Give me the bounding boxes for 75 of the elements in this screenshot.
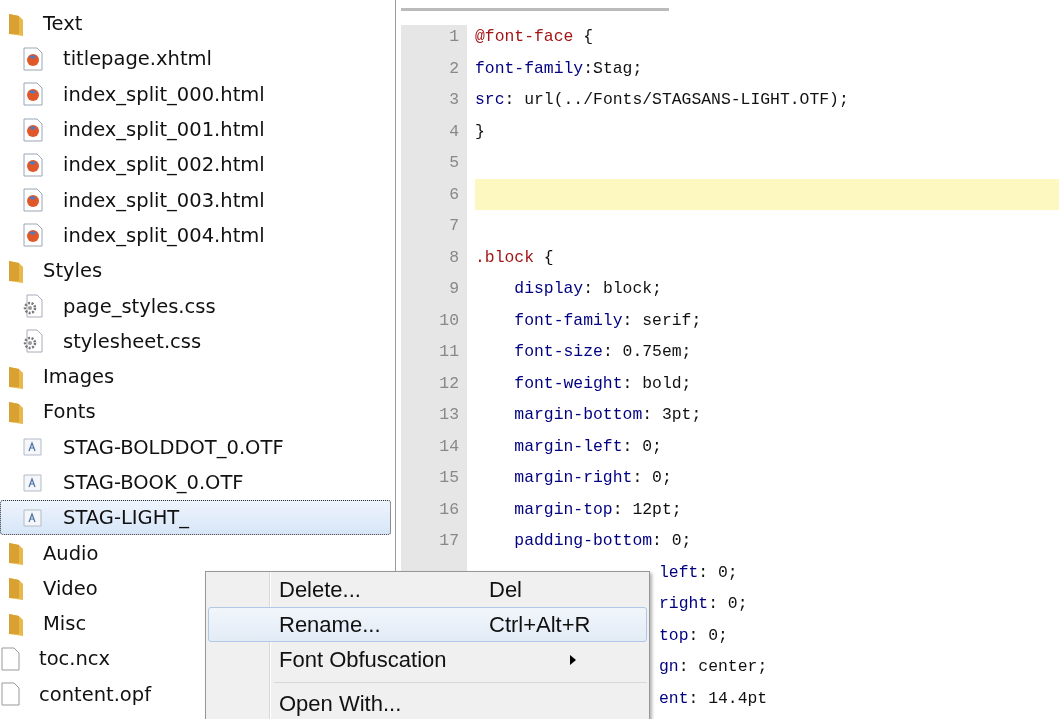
gear-file-icon <box>23 294 43 318</box>
line-number: 4 <box>448 120 460 143</box>
code-line: src: url(../Fonts/STAGSANS-LIGHT.OTF); <box>474 89 850 112</box>
line-number: 12 <box>438 372 460 395</box>
menu-item[interactable]: Font Obfuscation <box>208 642 647 677</box>
code-line: font-size: 0.75em; <box>513 341 693 364</box>
folder-icon <box>9 611 25 636</box>
code-line: margin-bottom: 3pt; <box>513 404 703 427</box>
line-number: 5 <box>448 152 460 175</box>
menu-item[interactable]: Delete... Del <box>208 572 647 607</box>
browser-file-icon <box>23 46 43 71</box>
code-line: @font-face { <box>474 26 595 49</box>
tree-item[interactable]: Styles <box>0 253 391 289</box>
line-number: 9 <box>448 278 460 301</box>
line-number: 6 <box>448 183 460 206</box>
tree-item[interactable]: index_split_000.html <box>0 76 391 112</box>
folder-icon <box>9 541 25 566</box>
tree-item[interactable]: stylesheet.css <box>0 323 391 359</box>
file-icon <box>1 682 21 707</box>
code-line: font-family: serif; <box>513 309 703 332</box>
tree-item[interactable]: STAG-BOLDDOT_0.OTF <box>0 429 391 465</box>
code-line: } <box>474 120 486 143</box>
tree-item[interactable]: titlepage.xhtml <box>0 41 391 77</box>
folder-icon <box>9 258 25 283</box>
line-number: 3 <box>448 89 460 112</box>
code-line: display: block; <box>513 278 663 301</box>
line-number: 10 <box>438 309 460 332</box>
browser-file-icon <box>23 152 43 177</box>
file-icon <box>1 647 21 671</box>
folder-icon <box>9 11 25 36</box>
line-number: 16 <box>438 498 460 521</box>
tree-item[interactable]: STAG-BOOK_0.OTF <box>0 464 391 501</box>
code-line: margin-right: 0; <box>513 467 673 490</box>
line-number: 11 <box>438 341 460 364</box>
line-number: 17 <box>438 530 460 553</box>
code-line: left: 0; <box>659 561 738 584</box>
tree-item[interactable]: Text <box>0 6 391 42</box>
code-line: ent: 14.4pt <box>659 687 768 710</box>
shortcut-label: Del <box>489 576 523 603</box>
code-line: margin-top: 12pt; <box>513 498 683 521</box>
browser-file-icon <box>23 117 43 142</box>
tree-item[interactable]: Audio <box>0 535 391 571</box>
line-number: 7 <box>448 215 460 238</box>
line-number: 13 <box>438 404 460 427</box>
menu-item[interactable]: Rename... Ctrl+Alt+R <box>208 607 647 642</box>
line-number: 14 <box>438 435 460 458</box>
line-number: 2 <box>448 57 460 80</box>
browser-file-icon <box>23 82 43 107</box>
code-line: right: 0; <box>659 593 748 616</box>
line-number: 8 <box>448 246 460 269</box>
line-number: 15 <box>438 467 460 490</box>
code-line: margin-left: 0; <box>513 435 663 458</box>
folder-icon <box>9 399 25 424</box>
browser-file-icon <box>23 188 43 213</box>
folder-icon <box>9 576 25 601</box>
code-line: top: 0; <box>659 624 728 647</box>
tree-item[interactable]: Fonts <box>0 394 391 430</box>
shortcut-label: Ctrl+Alt+R <box>489 611 592 638</box>
tree-item[interactable]: STAG-LIGHT_ <box>0 500 391 536</box>
tree-item[interactable]: page_styles.css <box>0 288 391 324</box>
code-line: font-family:Stag; <box>474 57 644 80</box>
tree-item[interactable]: index_split_003.html <box>0 182 391 218</box>
code-line: gn: center; <box>659 656 768 679</box>
folder-icon <box>9 364 25 389</box>
gear-file-icon <box>23 329 43 354</box>
tree-item[interactable]: index_split_001.html <box>0 111 391 148</box>
menu-item[interactable]: Open With... <box>208 686 647 719</box>
tree-item[interactable]: index_split_004.html <box>0 217 391 254</box>
tree-item[interactable]: index_split_002.html <box>0 147 391 183</box>
browser-file-icon <box>23 223 43 248</box>
line-number: 1 <box>448 26 460 49</box>
code-line: font-weight: bold; <box>513 372 693 395</box>
code-line: padding-bottom: 0; <box>513 530 693 553</box>
tree-item[interactable]: Images <box>0 358 391 395</box>
code-line: .block { <box>474 246 555 269</box>
